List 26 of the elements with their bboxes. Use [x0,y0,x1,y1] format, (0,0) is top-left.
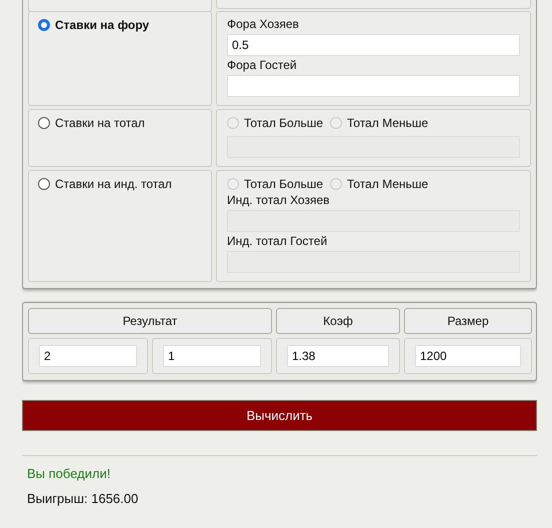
payout-text: Выигрыш: 1656.00 [27,491,140,506]
radio-label: Тотал Больше [244,116,324,130]
bet-type-option[interactable]: Ставки на тотал [38,116,202,130]
field-label: Фора Хозяев [227,17,300,31]
result-message: Вы победили! [27,466,112,481]
input-field[interactable] [227,75,520,97]
input-field[interactable]: 1 [163,345,261,367]
radio-button[interactable] [38,178,50,190]
input-field[interactable]: 0.5 [227,34,520,56]
radio-label: Тотал Меньше [347,116,428,130]
field-label: Инд. тотал Гостей [227,234,328,248]
bet-type-option[interactable]: Ставки на фору [38,18,202,32]
radio-button[interactable] [38,117,50,129]
column-header: Коэф [276,308,400,334]
radio-button[interactable] [38,19,50,31]
column-header: Результат [28,308,272,334]
bet-type-option[interactable]: Ставки на инд. тотал [38,177,202,191]
radio-label: Тотал Меньше [347,177,428,191]
input-field[interactable]: 2 [39,345,137,367]
field-label: Инд. тотал Хозяев [227,193,331,207]
input-field[interactable]: 1.38 [287,345,389,367]
radio-label: Тотал Больше [244,177,324,191]
column-header: Размер [404,308,532,334]
field-label: Фора Гостей [227,58,298,72]
calculate-button[interactable]: Вычислить [22,400,537,431]
input-field[interactable]: 1200 [415,345,521,367]
